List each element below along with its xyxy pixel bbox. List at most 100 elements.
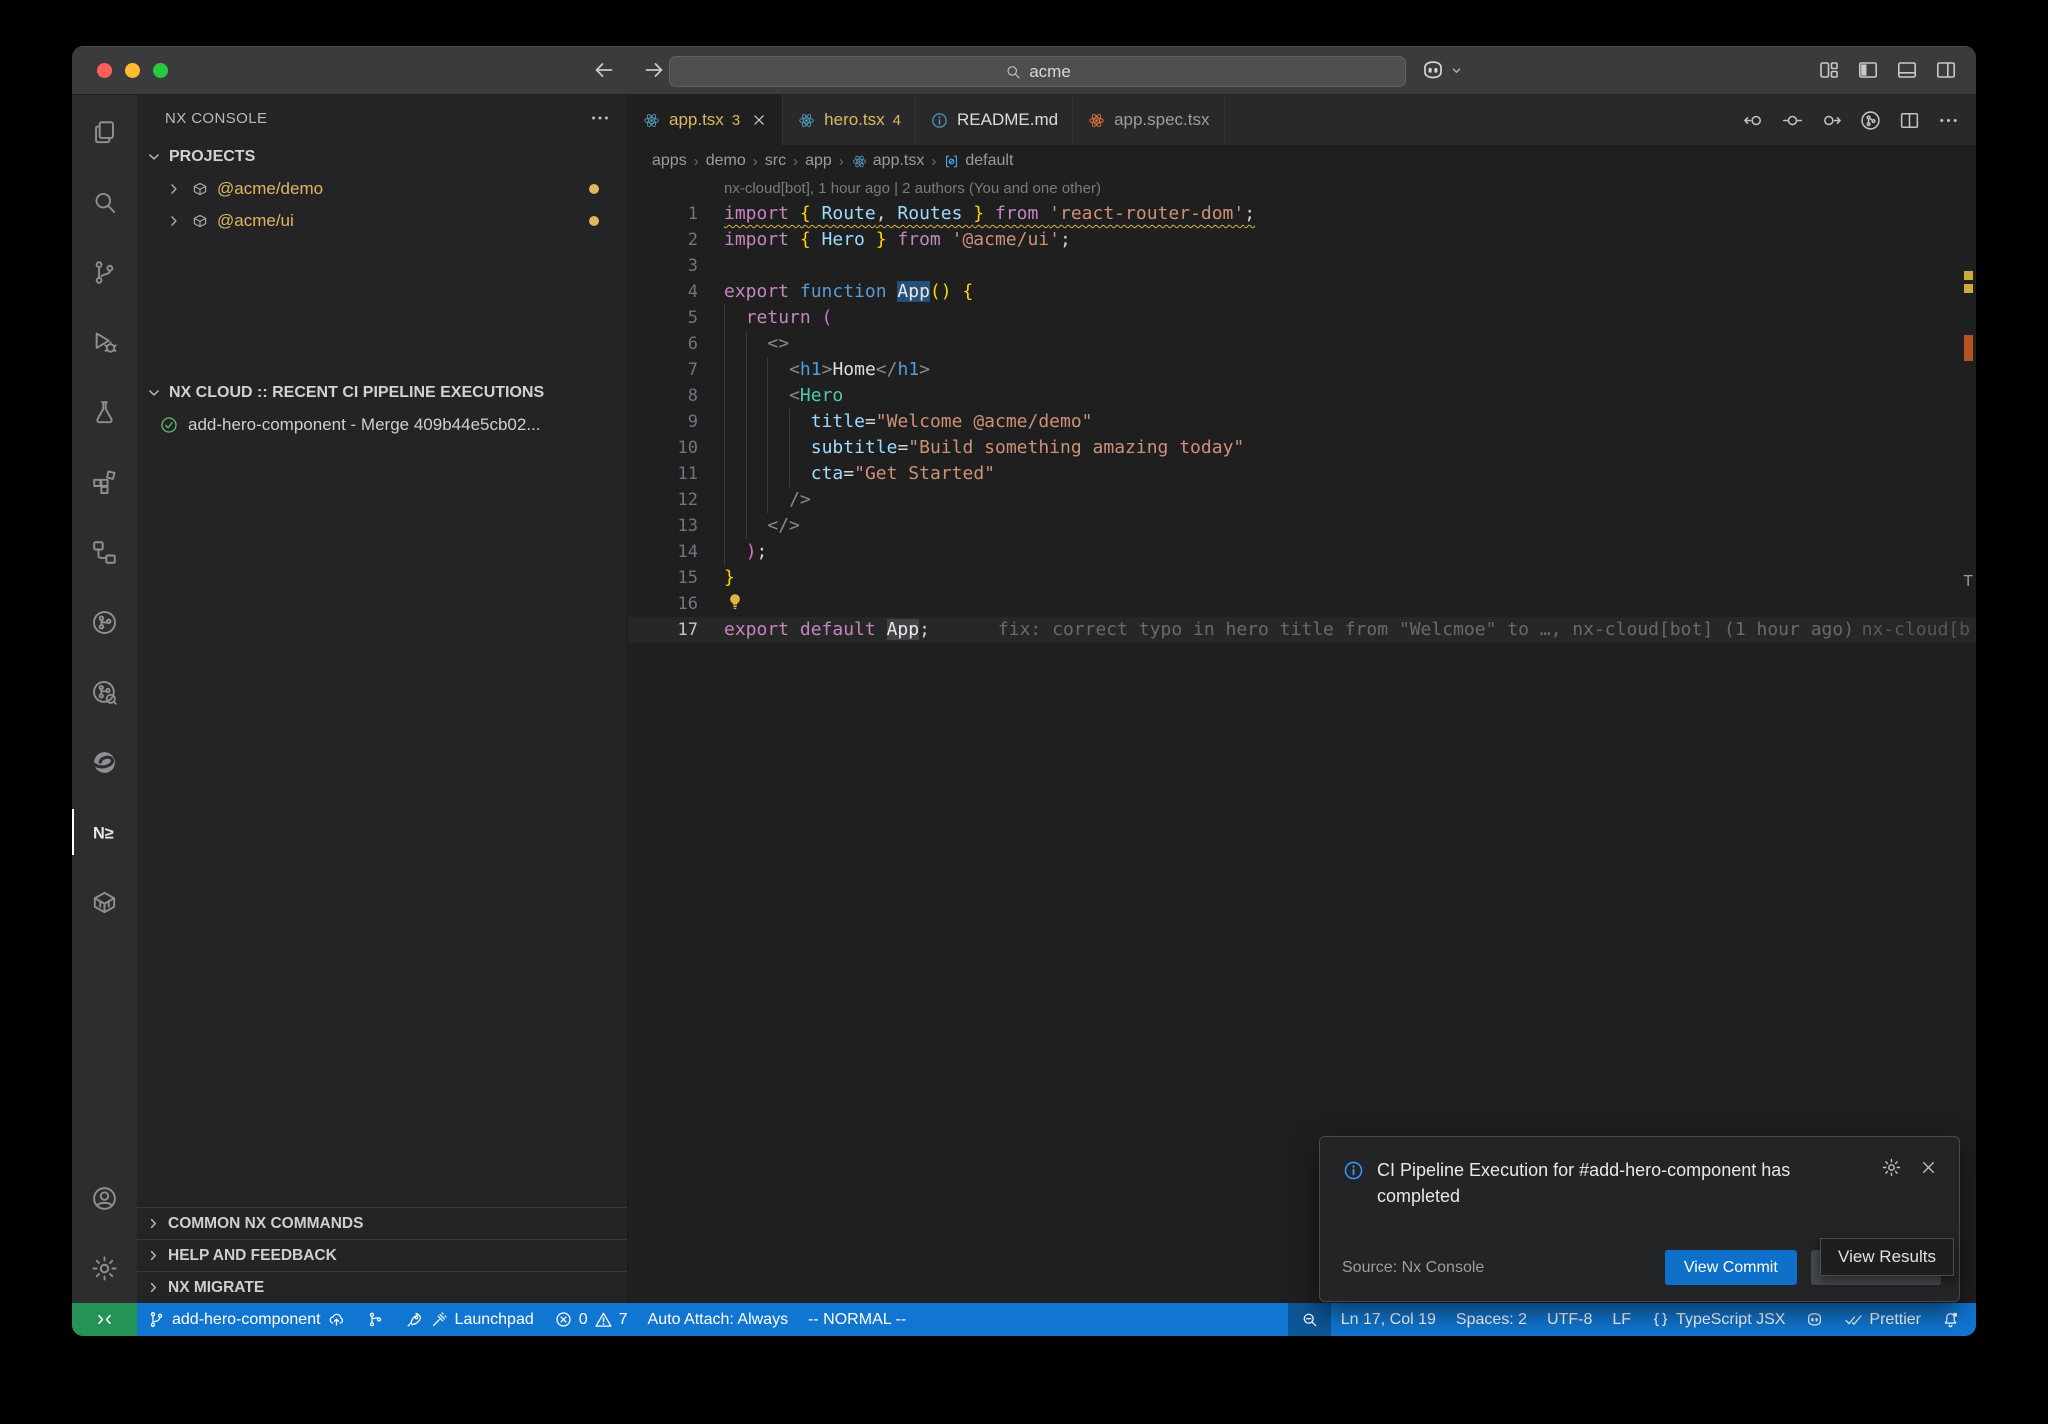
- activity-item-testing[interactable]: [72, 377, 137, 447]
- status-item-copilot[interactable]: [1795, 1303, 1834, 1336]
- activity-item-explorer[interactable]: [72, 97, 137, 167]
- activity-item-source-control[interactable]: [72, 237, 137, 307]
- code-line-7[interactable]: 7 <h1>Home</h1>: [628, 357, 1976, 383]
- containers-icon: [90, 888, 119, 917]
- activity-item-nx-console[interactable]: N≥: [72, 797, 137, 867]
- status-item-problems[interactable]: 07: [544, 1303, 638, 1336]
- code-line-4[interactable]: 4export function App() {: [628, 279, 1976, 305]
- view-commit-button[interactable]: View Commit: [1665, 1250, 1797, 1285]
- editor-action-next-change[interactable]: [1820, 109, 1843, 132]
- editor-action-split-editor[interactable]: [1898, 109, 1921, 132]
- lightbulb-icon[interactable]: [724, 591, 746, 613]
- line-content: [698, 253, 724, 279]
- code-line-12[interactable]: 12 />: [628, 487, 1976, 513]
- status-item-eol[interactable]: LF: [1602, 1303, 1641, 1336]
- section-nx-migrate[interactable]: NX MIGRATE: [137, 1271, 627, 1303]
- code-line-3[interactable]: 3: [628, 253, 1976, 279]
- layout-control-layout-panel-left[interactable]: [1856, 58, 1880, 82]
- status-item-vim-mode[interactable]: -- NORMAL --: [798, 1303, 916, 1336]
- status-item-cursor-position[interactable]: Ln 17, Col 19: [1331, 1303, 1446, 1336]
- tab-hero.tsx[interactable]: hero.tsx4: [783, 95, 916, 145]
- section-help-and-feedback[interactable]: HELP AND FEEDBACK: [137, 1239, 627, 1271]
- activity-item-account[interactable]: [72, 1163, 137, 1233]
- editor-action-changes[interactable]: [1781, 109, 1804, 132]
- zoom-window-button[interactable]: [153, 63, 168, 78]
- activity-item-references[interactable]: [72, 517, 137, 587]
- minimize-window-button[interactable]: [125, 63, 140, 78]
- tab-README.md[interactable]: README.md: [916, 95, 1073, 145]
- code-line-10[interactable]: 10 subtitle="Build something amazing tod…: [628, 435, 1976, 461]
- code-line-11[interactable]: 11 cta="Get Started": [628, 461, 1976, 487]
- breadcrumb-item-apps[interactable]: apps: [652, 152, 687, 170]
- close-icon[interactable]: [750, 111, 768, 129]
- gear-icon[interactable]: [1881, 1157, 1902, 1178]
- pipeline-execution-item[interactable]: add-hero-component - Merge 409b44e5cb02.…: [137, 409, 627, 441]
- code-line-16[interactable]: 16: [628, 591, 1976, 617]
- editor-action-more-actions[interactable]: [1937, 109, 1960, 132]
- tab-app.spec.tsx[interactable]: app.spec.tsx: [1073, 95, 1224, 145]
- section-common-nx-commands[interactable]: COMMON NX COMMANDS: [137, 1207, 627, 1239]
- breadcrumb-item-src[interactable]: src: [765, 152, 786, 170]
- status-item-launchpad[interactable]: Launchpad: [395, 1303, 544, 1336]
- activity-item-edge-tools[interactable]: [72, 727, 137, 797]
- status-item-auto-attach[interactable]: Auto Attach: Always: [638, 1303, 799, 1336]
- breadcrumb-item-app.tsx[interactable]: app.tsx: [851, 152, 925, 170]
- command-center[interactable]: acme: [669, 56, 1406, 87]
- code-line-17[interactable]: 17export default App;fix: correct typo i…: [628, 617, 1976, 643]
- status-item-language[interactable]: TypeScript JSX: [1641, 1303, 1795, 1336]
- section-projects[interactable]: PROJECTS: [137, 141, 627, 173]
- code-line-1[interactable]: 1import { Route, Routes } from 'react-ro…: [628, 201, 1976, 227]
- code-line-14[interactable]: 14 );: [628, 539, 1976, 565]
- activity-item-search[interactable]: [72, 167, 137, 237]
- code-line-13[interactable]: 13 </>: [628, 513, 1976, 539]
- section-nx-cloud[interactable]: NX CLOUD :: RECENT CI PIPELINE EXECUTION…: [137, 377, 627, 409]
- activity-item-extensions[interactable]: [72, 447, 137, 517]
- layout-control-layout-panel-right[interactable]: [1934, 58, 1958, 82]
- code-line-2[interactable]: 2import { Hero } from '@acme/ui';: [628, 227, 1976, 253]
- status-item-encoding[interactable]: UTF-8: [1537, 1303, 1602, 1336]
- code-line-9[interactable]: 9 title="Welcome @acme/demo": [628, 409, 1976, 435]
- activity-item-gitlens[interactable]: [72, 587, 137, 657]
- activity-item-run-debug[interactable]: [72, 307, 137, 377]
- layout-control-layout-customize[interactable]: [1817, 58, 1841, 82]
- activity-item-gitlens-inspect[interactable]: [72, 657, 137, 727]
- overview-ruler[interactable]: T: [1960, 177, 1976, 1303]
- status-item-branch[interactable]: add-hero-component: [137, 1303, 356, 1336]
- activity-item-containers[interactable]: [72, 867, 137, 937]
- tab-label: README.md: [957, 110, 1058, 130]
- project-item[interactable]: @acme/ui: [137, 205, 627, 237]
- code-line-8[interactable]: 8 <Hero: [628, 383, 1976, 409]
- status-item-indentation[interactable]: Spaces: 2: [1446, 1303, 1537, 1336]
- status-text: 7: [619, 1311, 628, 1329]
- line-content: export function App() {: [698, 279, 973, 305]
- editor-action-prev-change[interactable]: [1742, 109, 1765, 132]
- code-line-5[interactable]: 5 return (: [628, 305, 1976, 331]
- code-editor[interactable]: nx-cloud[bot], 1 hour ago | 2 authors (Y…: [628, 177, 1976, 1303]
- project-item[interactable]: @acme/demo: [137, 173, 627, 205]
- breadcrumb-item-demo[interactable]: demo: [706, 152, 746, 170]
- close-window-button[interactable]: [97, 63, 112, 78]
- status-item-formatter[interactable]: Prettier: [1834, 1303, 1931, 1336]
- copilot-menu[interactable]: [1420, 57, 1465, 83]
- code-line-15[interactable]: 15}: [628, 565, 1976, 591]
- cloud-upload-icon: [327, 1310, 346, 1329]
- code-line-6[interactable]: 6 <>: [628, 331, 1976, 357]
- remote-indicator[interactable]: [72, 1303, 137, 1336]
- status-item-graph[interactable]: [356, 1303, 395, 1336]
- status-item-notifications[interactable]: [1931, 1303, 1970, 1336]
- indent-guide: [789, 461, 811, 487]
- editor-action-run-graph[interactable]: [1859, 109, 1882, 132]
- token: Hero: [800, 385, 843, 406]
- line-content: export default App;fix: correct typo in …: [698, 617, 1854, 643]
- activity-item-settings[interactable]: [72, 1233, 137, 1303]
- status-text: 0: [579, 1311, 588, 1329]
- breadcrumb-item-app[interactable]: app: [805, 152, 832, 170]
- close-icon[interactable]: [1918, 1157, 1939, 1178]
- indent-guide: [724, 461, 746, 487]
- breadcrumb-item-default[interactable]: default: [943, 152, 1013, 170]
- status-item-zoom[interactable]: [1288, 1303, 1331, 1336]
- tab-app.tsx[interactable]: app.tsx3: [628, 95, 783, 145]
- indent-guide: [767, 487, 789, 513]
- layout-control-layout-panel-bottom[interactable]: [1895, 58, 1919, 82]
- ellipsis-icon[interactable]: [589, 107, 611, 129]
